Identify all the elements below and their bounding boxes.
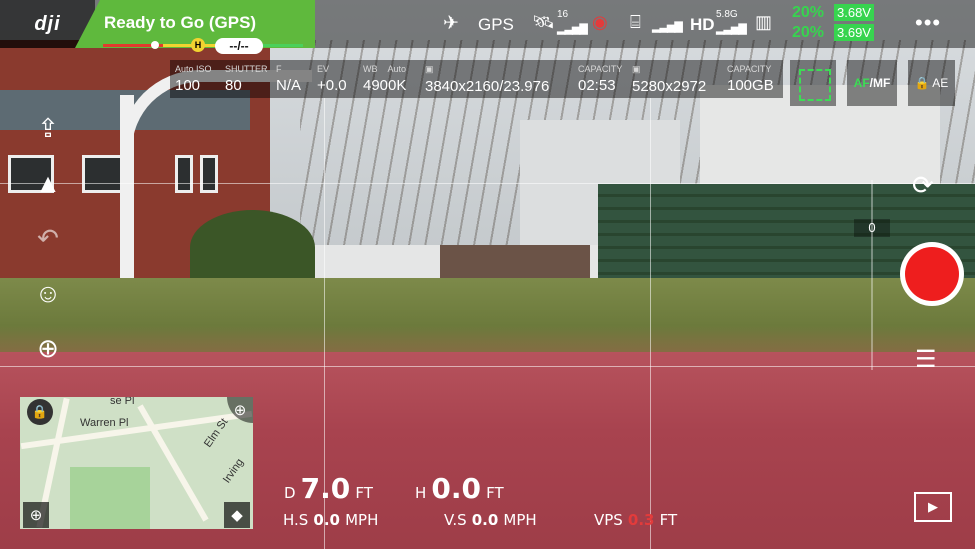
record-icon (905, 247, 959, 301)
hedge (190, 210, 315, 285)
battery-2-voltage: 3.69V (834, 24, 874, 41)
fence (440, 245, 590, 280)
playback-icon[interactable]: ▶ (914, 492, 952, 522)
grid-line (0, 366, 975, 367)
grid-line (0, 183, 975, 184)
navigation-icon[interactable]: ▲ (28, 163, 68, 203)
map-zoom-icon[interactable]: ⊕ (23, 502, 49, 528)
more-options-button[interactable]: ••• (915, 10, 941, 36)
af-mf-toggle[interactable]: AF/MF (847, 60, 897, 106)
aperture-param: F N/A (276, 64, 302, 94)
map-park (70, 467, 150, 529)
battery-2-percent: 20% (792, 24, 825, 41)
horizontal-speed-readout: H.S 0.0 MPH (283, 511, 379, 529)
focus-mode-button[interactable] (790, 60, 836, 106)
video-resolution-param: ▣ 3840x2160/23.976 (425, 64, 550, 95)
satellite-count: 16 (557, 9, 569, 20)
video-band: 5.8G (716, 9, 738, 20)
goal-post (120, 95, 134, 285)
lock-icon: 🔒 (914, 76, 930, 90)
mini-map[interactable]: Warren Pl Elm St Irving se Pl 🔒 ⊕ ⊕ ◆ (20, 397, 253, 529)
height-readout: H 0.0 FT (415, 472, 504, 505)
settings-icon[interactable]: ☰ (915, 345, 937, 374)
record-button[interactable] (900, 242, 964, 306)
gimbal-slider-track[interactable] (871, 180, 873, 370)
battery-marker-icon (151, 41, 159, 49)
grid-line (650, 98, 651, 549)
takeoff-icon[interactable]: ⇪ (28, 108, 68, 148)
battery-1-voltage: 3.68V (834, 4, 874, 21)
aircraft-icon[interactable]: ✈ (443, 12, 459, 35)
remaining-flight-time: --/-- (215, 38, 263, 54)
aircraft-position-icon: 🔒 (27, 399, 53, 425)
camera-parameters-bar[interactable]: Auto ISO 100 SHUTTER 80 F N/A EV +0.0 WB Aut… (170, 60, 783, 98)
home-point-icon: H (191, 38, 205, 52)
vps-readout: VPS 0.3 FT (594, 511, 678, 529)
ev-param: EV +0.0 (317, 64, 347, 94)
remote-controller-icon[interactable]: ☺ (28, 273, 68, 313)
vertical-speed-readout: V.S 0.0 MPH (444, 511, 537, 529)
battery-icon[interactable]: ▥ (755, 12, 772, 33)
signal-bars-icon: ▂▃▅▇ (557, 23, 588, 35)
map-street-label: se Pl (110, 397, 135, 407)
video-capacity-param: CAPACITY 02:53 (578, 64, 623, 94)
camera-switch-icon[interactable]: ⟳ (912, 170, 934, 201)
return-home-icon[interactable]: ↶ (28, 218, 68, 258)
rc-signal-bars-icon: ▂▃▅▇ (652, 21, 683, 33)
map-eraser-icon[interactable]: ◆ (224, 502, 250, 528)
map-street-label: Warren Pl (80, 417, 129, 429)
obstacle-sensing-icon[interactable]: ◉ (592, 12, 608, 33)
gps-label[interactable]: GPS (478, 15, 514, 35)
remote-signal-icon[interactable]: ⌸ (630, 12, 641, 33)
target-icon[interactable]: ⊕ (28, 328, 68, 368)
logo-text: dji (34, 12, 61, 35)
video-signal-bars-icon: ▂▃▅▇ (716, 23, 747, 35)
hd-label[interactable]: HD (690, 15, 715, 35)
photo-resolution-param: ▣ 5280x2972 (632, 64, 707, 95)
distance-readout: D 7.0 FT (284, 472, 373, 505)
satellite-icon[interactable]: 🛰 (532, 12, 555, 33)
iso-param: Auto ISO 100 (175, 64, 212, 94)
flight-status-text: Ready to Go (GPS) (104, 13, 257, 32)
battery-1-percent: 20% (792, 4, 825, 21)
wb-param: WB Auto 4900K (363, 64, 407, 94)
grass (0, 278, 975, 358)
ae-lock-button[interactable]: 🔒 AE (908, 60, 955, 106)
focus-frame-icon (799, 69, 831, 101)
map-street-label: Irving (220, 456, 247, 486)
photo-capacity-param: CAPACITY 100GB (727, 64, 774, 94)
shutter-param: SHUTTER 80 (225, 64, 268, 94)
